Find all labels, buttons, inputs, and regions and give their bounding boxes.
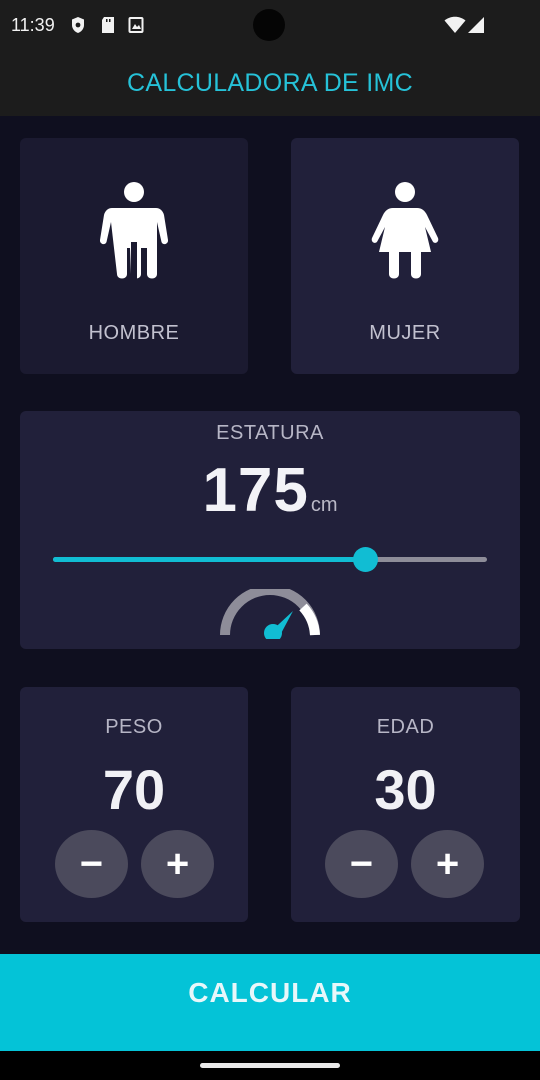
age-increase-button[interactable]: + [411,830,484,898]
status-bar: 11:39 [0,0,540,50]
app-bar: CALCULADORA DE IMC [0,50,540,116]
male-gender-card[interactable]: HOMBRE [20,138,248,374]
height-value: 175 [202,456,309,525]
weight-decrease-button[interactable]: − [55,830,128,898]
age-decrease-button[interactable]: − [325,830,398,898]
app-title: CALCULADORA DE IMC [126,69,413,97]
image-icon [128,16,144,34]
female-label: MUJER [369,322,441,344]
slider-thumb[interactable] [353,547,379,572]
age-card: EDAD 30 − + [291,687,520,922]
male-label: HOMBRE [88,322,180,344]
speedometer-icon [220,589,320,639]
calculate-label: CALCULAR [188,977,352,1008]
status-time: 11:39 [11,15,55,35]
height-readout: 175 cm [20,455,520,526]
home-indicator[interactable] [200,1063,340,1068]
age-value: 30 [374,758,437,821]
height-slider[interactable] [53,547,487,572]
height-label: ESTATURA [216,422,324,444]
wifi-icon [444,16,466,34]
weight-increase-button[interactable]: + [141,830,214,898]
slider-active-track[interactable] [53,557,366,562]
height-unit: cm [310,494,338,516]
main-content: HOMBRE MUJER ESTATURA 175 cm PESO 70 − +… [0,116,540,954]
female-gender-card[interactable]: MUJER [291,138,519,374]
system-nav-bar [0,1051,540,1080]
sd-card-icon [100,16,116,34]
height-card: ESTATURA 175 cm [20,411,520,649]
female-person-icon [371,182,439,282]
weight-card: PESO 70 − + [20,687,248,922]
front-camera [253,9,285,41]
age-label: EDAD [376,716,435,738]
male-person-icon [100,182,168,282]
signal-icon [466,16,486,34]
calculate-button[interactable]: CALCULAR [0,954,540,1051]
weight-label: PESO [105,716,163,738]
shield-icon [70,16,86,34]
weight-value: 70 [102,758,166,821]
